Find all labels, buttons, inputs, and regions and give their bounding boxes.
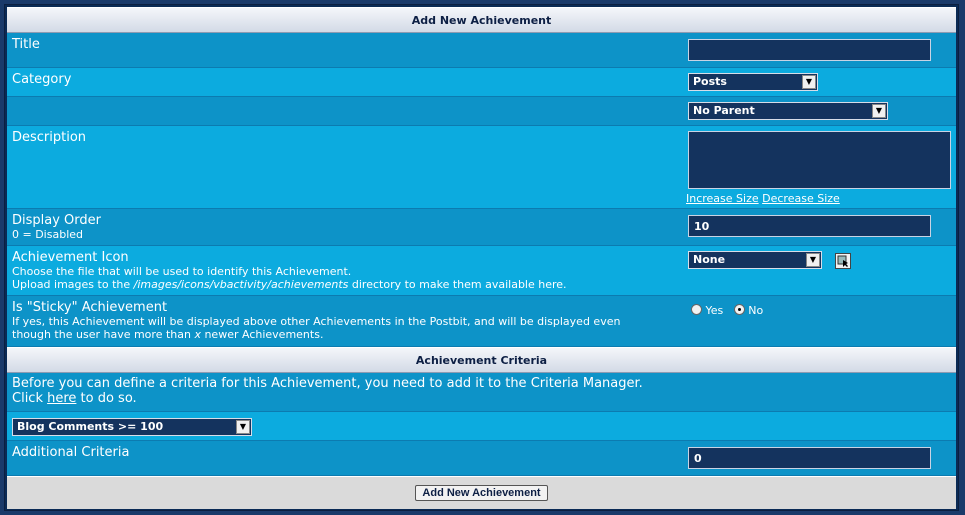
title-row: Title — [7, 33, 956, 68]
icon-desc-1: Choose the file that will be used to ide… — [12, 265, 352, 278]
sticky-desc-1: If yes, this Achievement will be display… — [12, 315, 621, 328]
icon-desc-2-post: directory to make them available here. — [348, 278, 567, 291]
sticky-yes-radio[interactable] — [691, 304, 702, 315]
display-order-input[interactable] — [688, 215, 931, 237]
icon-preview-button[interactable] — [835, 253, 851, 269]
icon-path: /images/icons/vbactivity/achievements — [133, 278, 349, 291]
icon-desc-2: Upload images to the /images/icons/vbact… — [12, 278, 662, 291]
parent-select-value: No Parent — [693, 104, 755, 117]
criteria-info-2-pre: Click — [12, 391, 48, 406]
sticky-radio-group: Yes No — [691, 304, 763, 317]
sticky-no-label[interactable]: No — [748, 304, 763, 317]
criteria-info-2: Click here to do so. — [12, 391, 912, 406]
sticky-yes-label[interactable]: Yes — [706, 304, 724, 317]
category-select[interactable]: Posts ▼ — [688, 73, 818, 91]
criteria-select-value: Blog Comments >= 100 — [17, 420, 164, 433]
additional-criteria-input[interactable] — [688, 447, 931, 469]
criteria-title: Achievement Criteria — [415, 353, 548, 367]
textarea-size-controls: Increase Size Decrease Size — [686, 192, 840, 205]
category-row: Category Posts ▼ — [7, 68, 956, 97]
sticky-desc-2: though the user have more than x newer A… — [12, 328, 662, 341]
sticky-no-radio[interactable] — [733, 304, 745, 315]
criteria-info-2-post: to do so. — [76, 391, 137, 406]
chevron-down-icon[interactable]: ▼ — [872, 104, 886, 118]
title-input[interactable] — [688, 39, 931, 61]
display-order-label: Display Order — [12, 213, 101, 228]
criteria-info-row: Before you can define a criteria for thi… — [7, 373, 956, 412]
category-label: Category — [12, 72, 72, 87]
additional-criteria-row: Additional Criteria — [7, 441, 956, 476]
section-title: Add New Achievement — [411, 13, 552, 27]
sticky-desc-2-post: newer Achievements. — [200, 328, 324, 341]
form-footer: Add New Achievement — [7, 476, 956, 509]
criteria-select-row: Blog Comments >= 100 ▼ — [7, 412, 956, 441]
image-browse-icon — [837, 255, 848, 267]
display-order-row: Display Order 0 = Disabled — [7, 209, 956, 246]
icon-select[interactable]: None ▼ — [688, 251, 822, 269]
sticky-label: Is "Sticky" Achievement — [12, 300, 168, 315]
chevron-down-icon[interactable]: ▼ — [802, 75, 816, 89]
form-frame: Add New Achievement Title Category Posts… — [4, 4, 959, 511]
increase-size-link[interactable]: Increase Size — [686, 192, 759, 205]
display-order-desc: 0 = Disabled — [12, 228, 83, 241]
criteria-select[interactable]: Blog Comments >= 100 ▼ — [12, 418, 252, 436]
chevron-down-icon[interactable]: ▼ — [236, 420, 250, 434]
decrease-size-link[interactable]: Decrease Size — [762, 192, 840, 205]
description-textarea[interactable] — [688, 131, 951, 189]
criteria-manager-link[interactable]: here — [47, 391, 76, 406]
icon-select-value: None — [693, 253, 726, 266]
icon-label: Achievement Icon — [12, 250, 129, 265]
section-header-criteria: Achievement Criteria — [7, 347, 956, 373]
description-label: Description — [12, 130, 87, 145]
add-achievement-button[interactable]: Add New Achievement — [415, 485, 548, 501]
criteria-info-1: Before you can define a criteria for thi… — [12, 376, 643, 391]
chevron-down-icon[interactable]: ▼ — [806, 253, 820, 267]
category-select-value: Posts — [693, 75, 727, 88]
icon-row: Achievement Icon Choose the file that wi… — [7, 246, 956, 296]
sticky-row: Is "Sticky" Achievement If yes, this Ach… — [7, 296, 956, 347]
icon-desc-2-pre: Upload images to the — [12, 278, 134, 291]
additional-criteria-label: Additional Criteria — [12, 445, 130, 460]
parent-row: No Parent ▼ — [7, 97, 956, 126]
parent-select[interactable]: No Parent ▼ — [688, 102, 888, 120]
description-row: Description Increase Size Decrease Size — [7, 126, 956, 209]
section-header-add-achievement: Add New Achievement — [7, 7, 956, 33]
achievement-form: Add New Achievement Title Category Posts… — [7, 7, 956, 509]
sticky-desc-2-pre: though the user have more than — [12, 328, 195, 341]
title-label: Title — [12, 37, 40, 52]
